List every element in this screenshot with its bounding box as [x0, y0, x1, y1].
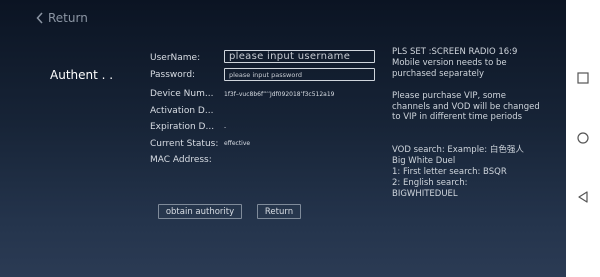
recent-apps-icon[interactable]	[577, 72, 589, 84]
current-status-value: effective	[224, 140, 251, 147]
password-input[interactable]	[224, 68, 375, 81]
device-number-label: Device Num...	[150, 89, 214, 99]
chevron-left-icon	[36, 12, 43, 24]
obtain-authority-button[interactable]: obtain authority	[158, 204, 242, 219]
vod-search-example: VOD search: Example: 白色强人 Big White Duel	[392, 145, 524, 166]
app-screen: Return Authent . . UserName: Password: D…	[0, 0, 566, 277]
mobile-version-note: Mobile version needs to be purchased sep…	[392, 58, 507, 79]
password-label: Password:	[150, 70, 196, 80]
top-return-label: Return	[48, 11, 88, 25]
authent-title: Authent . .	[50, 68, 114, 82]
expiration-date-label: Expiration D...	[150, 122, 215, 132]
vod-first-letter-search: 1: First letter search: BSQR	[392, 167, 507, 177]
return-button-label: Return	[264, 206, 294, 217]
vip-note: Please purchase VIP, some channels and V…	[392, 91, 540, 122]
obtain-authority-label: obtain authority	[165, 206, 235, 217]
username-input[interactable]	[224, 50, 375, 63]
mac-address-label: MAC Address:	[150, 155, 212, 165]
activation-date-label: Activation D...	[150, 106, 214, 116]
vod-english-search: 2: English search: BIGWHITEDUEL	[392, 178, 468, 199]
expiration-date-value: -	[224, 124, 227, 131]
device-number-value: 1f3f–vuc8b6f”’’Jdf092018’f3c512a19	[224, 91, 335, 98]
return-button[interactable]: Return	[257, 204, 301, 219]
current-status-label: Current Status:	[150, 139, 219, 149]
top-return-button[interactable]: Return	[36, 11, 88, 25]
screen-ratio-note: PLS SET :SCREEN RADIO 16:9	[392, 47, 518, 57]
home-icon[interactable]	[577, 132, 589, 144]
back-icon[interactable]	[577, 191, 589, 203]
username-label: UserName:	[150, 53, 201, 63]
